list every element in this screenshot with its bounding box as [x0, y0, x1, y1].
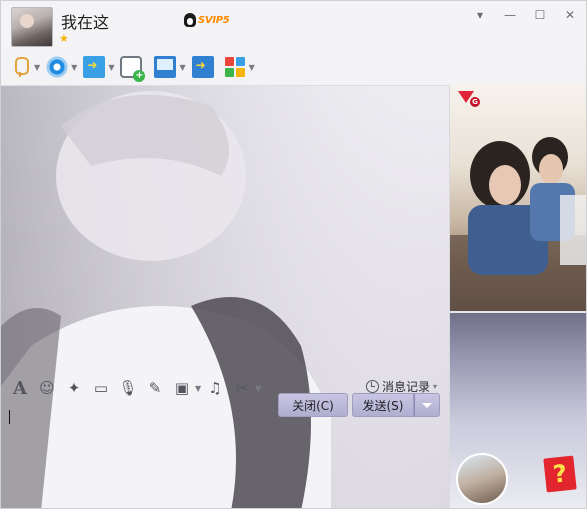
- vip-badge[interactable]: SVIP5: [184, 11, 230, 29]
- title-bar: 我在这 ★ SVIP5 ▾ — ☐ ✕: [1, 1, 586, 49]
- monitor-icon: [154, 56, 177, 78]
- profile-show-image: [450, 85, 586, 311]
- gem-icon[interactable]: G: [458, 91, 480, 107]
- microphone-icon: [9, 56, 31, 78]
- camera-icon: [46, 56, 69, 78]
- right-panel: G ?: [449, 85, 586, 508]
- text-caret: [9, 410, 10, 424]
- apps-grid-icon: [224, 56, 246, 78]
- profile-show-illustration: [450, 137, 586, 311]
- share-screen-icon: [191, 56, 214, 78]
- image-icon[interactable]: ▣: [169, 377, 195, 399]
- scissors-icon[interactable]: ✂: [229, 377, 255, 399]
- video-call-button[interactable]: ▼: [46, 56, 77, 78]
- create-discussion-button[interactable]: [120, 56, 146, 82]
- contact-avatar[interactable]: [11, 7, 53, 47]
- remote-desktop-button[interactable]: ▼: [154, 56, 186, 78]
- maximize-button[interactable]: ☐: [532, 7, 548, 23]
- send-button[interactable]: 发送(S): [352, 393, 414, 417]
- voice-call-button[interactable]: ▼: [9, 56, 40, 78]
- send-options-button[interactable]: [414, 393, 440, 417]
- chevron-down-icon[interactable]: ▼: [108, 63, 114, 72]
- close-button[interactable]: ✕: [562, 7, 578, 23]
- panel-divider: [450, 311, 586, 313]
- music-icon[interactable]: ♫: [202, 377, 228, 399]
- send-file-button[interactable]: ▼: [83, 56, 114, 78]
- folder-send-icon: [83, 56, 106, 78]
- microphone-icon[interactable]: 🎙: [115, 377, 141, 399]
- clock-icon: [365, 380, 379, 393]
- window-controls: ▾ — ☐ ✕: [472, 7, 578, 23]
- friend-avatar[interactable]: [456, 453, 508, 505]
- chevron-down-icon[interactable]: ▼: [71, 63, 77, 72]
- magic-wand-icon[interactable]: ✦: [61, 377, 87, 399]
- penguin-icon: [184, 13, 196, 27]
- emoji-icon[interactable]: ☺: [34, 377, 60, 399]
- chevron-down-icon[interactable]: ▼: [34, 63, 40, 72]
- chevron-down-icon: ▾: [432, 382, 437, 391]
- chat-window: 我在这 ★ SVIP5 ▾ — ☐ ✕ ▼ ▼ ▼ ▼: [0, 0, 587, 509]
- close-chat-button[interactable]: 关闭(C): [278, 393, 348, 417]
- share-screen-button[interactable]: [191, 56, 214, 78]
- chevron-down-icon[interactable]: ▼: [249, 63, 255, 72]
- font-icon[interactable]: A: [7, 377, 33, 399]
- help-icon[interactable]: ?: [543, 455, 577, 493]
- edit-icon[interactable]: ✎: [142, 377, 168, 399]
- apps-button[interactable]: ▼: [224, 56, 255, 78]
- toolbar: ▼ ▼ ▼ ▼ ▼: [9, 53, 255, 82]
- chevron-down-icon[interactable]: ▼: [179, 63, 185, 72]
- star-icon: ★: [59, 32, 69, 45]
- chevron-down-icon[interactable]: ▼: [255, 384, 261, 393]
- chat-area: A ☺ ✦ ▭ 🎙 ✎ ▣ ▼ ♫ ✂ ▼ 消息记录 ▾: [1, 85, 449, 508]
- gem-badge: G: [470, 97, 480, 107]
- screenshot-clip-icon[interactable]: ▭: [88, 377, 114, 399]
- chat-add-icon: [120, 56, 146, 82]
- chevron-down-icon[interactable]: ▼: [195, 384, 201, 393]
- contact-name[interactable]: 我在这: [61, 9, 109, 33]
- vip-label: SVIP5: [198, 14, 230, 26]
- minimize-button[interactable]: —: [502, 7, 518, 23]
- menu-caret-button[interactable]: ▾: [472, 7, 488, 23]
